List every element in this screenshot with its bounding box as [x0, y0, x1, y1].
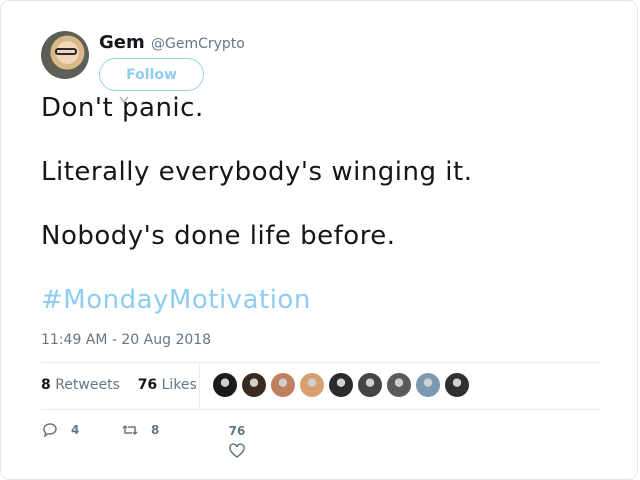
- user-name[interactable]: Gem: [99, 32, 145, 53]
- like-button[interactable]: 76: [228, 424, 246, 460]
- tweet-card: Gem @GemCrypto Follow Don't panic. Liter…: [0, 0, 638, 480]
- reply-count: 4: [71, 423, 80, 437]
- liker-avatar[interactable]: [445, 373, 469, 397]
- liker-avatar[interactable]: [387, 373, 411, 397]
- follow-button[interactable]: Follow: [99, 58, 204, 91]
- retweets-count: 8: [41, 377, 51, 393]
- reply-button[interactable]: 4: [41, 421, 79, 439]
- liker-avatar[interactable]: [416, 373, 440, 397]
- tweet-text-line: Literally everybody's winging it.: [41, 157, 473, 187]
- likes-stat[interactable]: 76 Likes: [138, 377, 197, 393]
- follow-button-label: Follow: [126, 66, 177, 83]
- like-count: 76: [228, 424, 246, 438]
- retweet-count: 8: [151, 423, 160, 437]
- liker-avatar[interactable]: [242, 373, 266, 397]
- retweets-stat[interactable]: 8 Retweets: [41, 377, 120, 393]
- liker-avatar[interactable]: [329, 373, 353, 397]
- divider: [41, 362, 601, 363]
- retweet-icon: [122, 424, 138, 436]
- likes-label: Likes: [161, 377, 197, 393]
- liker-avatar[interactable]: [358, 373, 382, 397]
- avatar-glasses: [55, 48, 77, 55]
- liker-avatar[interactable]: [300, 373, 324, 397]
- liker-avatar[interactable]: [271, 373, 295, 397]
- retweets-label: Retweets: [55, 377, 120, 393]
- stats-divider: [199, 362, 200, 409]
- tweet-stats: 8 Retweets 76 Likes: [41, 377, 197, 393]
- tweet-text-line: Nobody's done life before.: [41, 221, 396, 251]
- liker-avatar[interactable]: [213, 373, 237, 397]
- tweet-timestamp[interactable]: 11:49 AM - 20 Aug 2018: [41, 332, 211, 348]
- hashtag-link[interactable]: #MondayMotivation: [41, 285, 311, 315]
- retweet-button[interactable]: 8: [121, 421, 159, 439]
- likes-count: 76: [137, 377, 158, 393]
- reply-icon: [43, 423, 57, 438]
- tweet-text-line: Don't panic.: [41, 93, 204, 123]
- avatar[interactable]: [41, 31, 89, 79]
- heart-icon: [229, 443, 245, 458]
- user-handle[interactable]: @GemCrypto: [151, 36, 245, 52]
- divider: [41, 409, 601, 410]
